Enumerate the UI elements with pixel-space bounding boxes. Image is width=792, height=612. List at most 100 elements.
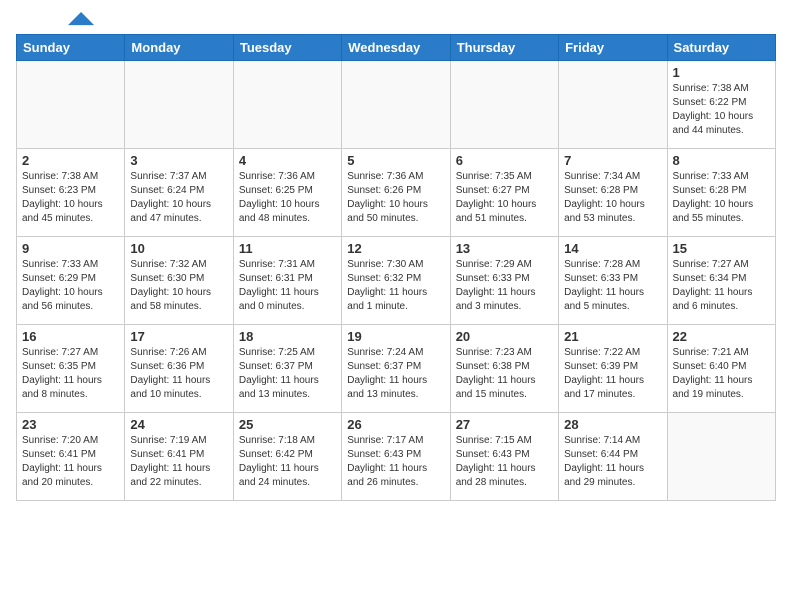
calendar-week-4: 23 Sunrise: 7:20 AM Sunset: 6:41 PM Dayli… bbox=[17, 413, 776, 501]
calendar-cell: 19 Sunrise: 7:24 AM Sunset: 6:37 PM Dayli… bbox=[342, 325, 450, 413]
day-number: 25 bbox=[239, 417, 336, 432]
calendar-week-1: 2 Sunrise: 7:38 AM Sunset: 6:23 PM Daylig… bbox=[17, 149, 776, 237]
calendar-cell: 1 Sunrise: 7:38 AM Sunset: 6:22 PM Daylig… bbox=[667, 61, 775, 149]
calendar-cell: 8 Sunrise: 7:33 AM Sunset: 6:28 PM Daylig… bbox=[667, 149, 775, 237]
calendar-cell: 7 Sunrise: 7:34 AM Sunset: 6:28 PM Daylig… bbox=[559, 149, 667, 237]
page-header bbox=[16, 16, 776, 26]
calendar-body: 1 Sunrise: 7:38 AM Sunset: 6:22 PM Daylig… bbox=[17, 61, 776, 501]
weekday-header-friday: Friday bbox=[559, 35, 667, 61]
weekday-header-row: SundayMondayTuesdayWednesdayThursdayFrid… bbox=[17, 35, 776, 61]
calendar-cell: 6 Sunrise: 7:35 AM Sunset: 6:27 PM Daylig… bbox=[450, 149, 558, 237]
calendar-cell bbox=[17, 61, 125, 149]
day-number: 12 bbox=[347, 241, 444, 256]
calendar-cell: 2 Sunrise: 7:38 AM Sunset: 6:23 PM Daylig… bbox=[17, 149, 125, 237]
day-info: Sunrise: 7:15 AM Sunset: 6:43 PM Dayligh… bbox=[456, 434, 553, 490]
calendar-cell: 27 Sunrise: 7:15 AM Sunset: 6:43 PM Dayli… bbox=[450, 413, 558, 501]
calendar-cell: 10Sunrise: 7:32 AM Sunset: 6:30 PM Dayli… bbox=[125, 237, 233, 325]
day-info: Sunrise: 7:18 AM Sunset: 6:42 PM Dayligh… bbox=[239, 434, 336, 490]
weekday-header-sunday: Sunday bbox=[17, 35, 125, 61]
calendar-week-0: 1 Sunrise: 7:38 AM Sunset: 6:22 PM Daylig… bbox=[17, 61, 776, 149]
day-info: Sunrise: 7:36 AM Sunset: 6:25 PM Dayligh… bbox=[239, 170, 336, 226]
day-number: 6 bbox=[456, 153, 553, 168]
calendar-cell: 3 Sunrise: 7:37 AM Sunset: 6:24 PM Daylig… bbox=[125, 149, 233, 237]
calendar-cell: 17Sunrise: 7:26 AM Sunset: 6:36 PM Dayli… bbox=[125, 325, 233, 413]
day-number: 5 bbox=[347, 153, 444, 168]
calendar-cell: 25 Sunrise: 7:18 AM Sunset: 6:42 PM Dayli… bbox=[233, 413, 341, 501]
day-info: Sunrise: 7:29 AM Sunset: 6:33 PM Dayligh… bbox=[456, 258, 553, 314]
day-info: Sunrise: 7:27 AM Sunset: 6:34 PM Dayligh… bbox=[673, 258, 770, 314]
day-number: 19 bbox=[347, 329, 444, 344]
weekday-header-tuesday: Tuesday bbox=[233, 35, 341, 61]
day-info: Sunrise: 7:21 AM Sunset: 6:40 PM Dayligh… bbox=[673, 346, 770, 402]
day-number: 17 bbox=[130, 329, 227, 344]
calendar-cell: 15 Sunrise: 7:27 AM Sunset: 6:34 PM Dayli… bbox=[667, 237, 775, 325]
calendar-cell: 28 Sunrise: 7:14 AM Sunset: 6:44 PM Dayli… bbox=[559, 413, 667, 501]
calendar-table: SundayMondayTuesdayWednesdayThursdayFrid… bbox=[16, 34, 776, 501]
weekday-header-monday: Monday bbox=[125, 35, 233, 61]
day-info: Sunrise: 7:17 AM Sunset: 6:43 PM Dayligh… bbox=[347, 434, 444, 490]
calendar-cell: 16 Sunrise: 7:27 AM Sunset: 6:35 PM Dayli… bbox=[17, 325, 125, 413]
day-number: 18 bbox=[239, 329, 336, 344]
day-number: 15 bbox=[673, 241, 770, 256]
calendar-cell bbox=[667, 413, 775, 501]
day-number: 14 bbox=[564, 241, 661, 256]
calendar-cell: 18 Sunrise: 7:25 AM Sunset: 6:37 PM Dayli… bbox=[233, 325, 341, 413]
day-info: Sunrise: 7:33 AM Sunset: 6:28 PM Dayligh… bbox=[673, 170, 770, 226]
day-info: Sunrise: 7:23 AM Sunset: 6:38 PM Dayligh… bbox=[456, 346, 553, 402]
weekday-header-thursday: Thursday bbox=[450, 35, 558, 61]
day-info: Sunrise: 7:38 AM Sunset: 6:22 PM Dayligh… bbox=[673, 82, 770, 138]
day-info: Sunrise: 7:14 AM Sunset: 6:44 PM Dayligh… bbox=[564, 434, 661, 490]
calendar-cell: 23 Sunrise: 7:20 AM Sunset: 6:41 PM Dayli… bbox=[17, 413, 125, 501]
calendar-cell bbox=[559, 61, 667, 149]
day-number: 11 bbox=[239, 241, 336, 256]
day-number: 27 bbox=[456, 417, 553, 432]
calendar-cell: 24 Sunrise: 7:19 AM Sunset: 6:41 PM Dayli… bbox=[125, 413, 233, 501]
calendar-cell: 5Sunrise: 7:36 AM Sunset: 6:26 PM Daylig… bbox=[342, 149, 450, 237]
day-number: 2 bbox=[22, 153, 119, 168]
calendar-cell: 21 Sunrise: 7:22 AM Sunset: 6:39 PM Dayli… bbox=[559, 325, 667, 413]
day-info: Sunrise: 7:27 AM Sunset: 6:35 PM Dayligh… bbox=[22, 346, 119, 402]
day-number: 22 bbox=[673, 329, 770, 344]
weekday-header-wednesday: Wednesday bbox=[342, 35, 450, 61]
day-number: 21 bbox=[564, 329, 661, 344]
day-info: Sunrise: 7:28 AM Sunset: 6:33 PM Dayligh… bbox=[564, 258, 661, 314]
day-number: 16 bbox=[22, 329, 119, 344]
day-info: Sunrise: 7:37 AM Sunset: 6:24 PM Dayligh… bbox=[130, 170, 227, 226]
calendar-week-3: 16 Sunrise: 7:27 AM Sunset: 6:35 PM Dayli… bbox=[17, 325, 776, 413]
day-number: 8 bbox=[673, 153, 770, 168]
day-info: Sunrise: 7:22 AM Sunset: 6:39 PM Dayligh… bbox=[564, 346, 661, 402]
logo-icon bbox=[68, 12, 96, 26]
day-info: Sunrise: 7:34 AM Sunset: 6:28 PM Dayligh… bbox=[564, 170, 661, 226]
day-info: Sunrise: 7:31 AM Sunset: 6:31 PM Dayligh… bbox=[239, 258, 336, 314]
day-number: 9 bbox=[22, 241, 119, 256]
day-info: Sunrise: 7:20 AM Sunset: 6:41 PM Dayligh… bbox=[22, 434, 119, 490]
calendar-cell bbox=[342, 61, 450, 149]
day-info: Sunrise: 7:24 AM Sunset: 6:37 PM Dayligh… bbox=[347, 346, 444, 402]
day-number: 7 bbox=[564, 153, 661, 168]
calendar-cell bbox=[125, 61, 233, 149]
day-number: 24 bbox=[130, 417, 227, 432]
day-info: Sunrise: 7:32 AM Sunset: 6:30 PM Dayligh… bbox=[130, 258, 227, 314]
calendar-cell: 13 Sunrise: 7:29 AM Sunset: 6:33 PM Dayli… bbox=[450, 237, 558, 325]
calendar-cell: 4 Sunrise: 7:36 AM Sunset: 6:25 PM Daylig… bbox=[233, 149, 341, 237]
day-info: Sunrise: 7:30 AM Sunset: 6:32 PM Dayligh… bbox=[347, 258, 444, 314]
calendar-cell: 22 Sunrise: 7:21 AM Sunset: 6:40 PM Dayli… bbox=[667, 325, 775, 413]
day-number: 26 bbox=[347, 417, 444, 432]
day-number: 4 bbox=[239, 153, 336, 168]
day-info: Sunrise: 7:38 AM Sunset: 6:23 PM Dayligh… bbox=[22, 170, 119, 226]
logo bbox=[16, 16, 96, 26]
calendar-cell bbox=[450, 61, 558, 149]
day-number: 1 bbox=[673, 65, 770, 80]
day-info: Sunrise: 7:25 AM Sunset: 6:37 PM Dayligh… bbox=[239, 346, 336, 402]
day-info: Sunrise: 7:19 AM Sunset: 6:41 PM Dayligh… bbox=[130, 434, 227, 490]
calendar-cell: 9 Sunrise: 7:33 AM Sunset: 6:29 PM Daylig… bbox=[17, 237, 125, 325]
weekday-header-saturday: Saturday bbox=[667, 35, 775, 61]
day-number: 23 bbox=[22, 417, 119, 432]
calendar-cell: 20Sunrise: 7:23 AM Sunset: 6:38 PM Dayli… bbox=[450, 325, 558, 413]
day-number: 13 bbox=[456, 241, 553, 256]
day-number: 28 bbox=[564, 417, 661, 432]
day-info: Sunrise: 7:33 AM Sunset: 6:29 PM Dayligh… bbox=[22, 258, 119, 314]
calendar-cell: 11 Sunrise: 7:31 AM Sunset: 6:31 PM Dayli… bbox=[233, 237, 341, 325]
day-info: Sunrise: 7:35 AM Sunset: 6:27 PM Dayligh… bbox=[456, 170, 553, 226]
day-number: 3 bbox=[130, 153, 227, 168]
